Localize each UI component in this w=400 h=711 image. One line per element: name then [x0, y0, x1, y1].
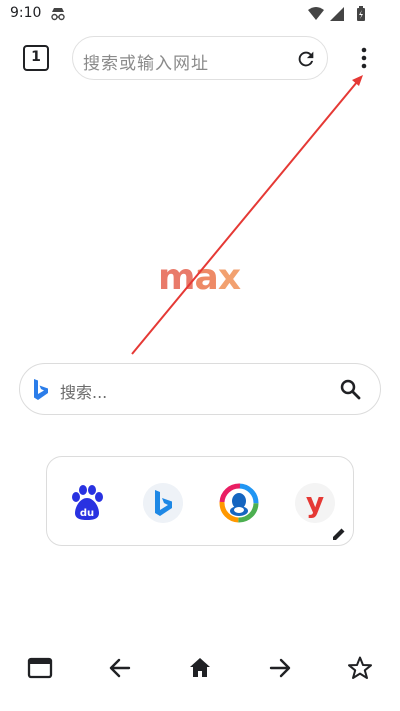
home-icon[interactable] — [187, 655, 213, 681]
svg-text:y: y — [306, 486, 324, 519]
search-placeholder: 搜索... — [60, 383, 108, 402]
back-icon[interactable] — [107, 655, 133, 681]
forward-icon[interactable] — [267, 655, 293, 681]
search-icon[interactable] — [338, 377, 362, 401]
address-placeholder: 搜索或输入网址 — [83, 54, 209, 74]
logo-letter-m: m — [158, 257, 196, 298]
reload-icon[interactable] — [295, 48, 317, 70]
edit-pencil-icon[interactable] — [332, 527, 346, 541]
bookmark-star-icon[interactable] — [347, 655, 373, 681]
status-time: 9:10 — [10, 5, 42, 21]
address-bar[interactable]: 搜索或输入网址 — [72, 36, 328, 80]
search-box[interactable]: 搜索... — [19, 363, 381, 415]
wifi-icon — [308, 7, 324, 20]
signal-icon — [330, 7, 344, 21]
incognito-icon — [51, 8, 65, 21]
tabs-icon[interactable] — [27, 655, 53, 681]
browser-screen: 9:10 1 搜索或输入网址 max 搜索... du y — [0, 0, 400, 711]
qq-icon[interactable] — [219, 483, 259, 523]
status-bar: 9:10 — [0, 0, 400, 28]
more-vert-icon[interactable] — [352, 45, 376, 71]
battery-icon — [357, 6, 365, 21]
shortcuts-panel: du y — [46, 456, 354, 546]
annotation-arrow — [131, 75, 363, 355]
bing-icon — [34, 379, 48, 400]
max-logo: max — [158, 256, 244, 300]
bing-shortcut-icon[interactable] — [143, 483, 183, 523]
svg-text:du: du — [80, 508, 94, 519]
browser-toolbar: 1 搜索或输入网址 — [0, 35, 400, 81]
y-icon[interactable]: y — [295, 483, 335, 523]
logo-letter-x: x — [217, 257, 241, 298]
tab-switcher-button[interactable]: 1 — [23, 45, 49, 71]
bottom-toolbar — [0, 645, 400, 689]
baidu-icon[interactable]: du — [67, 483, 107, 523]
logo-letter-a: a — [194, 257, 219, 298]
status-icons — [308, 6, 365, 21]
